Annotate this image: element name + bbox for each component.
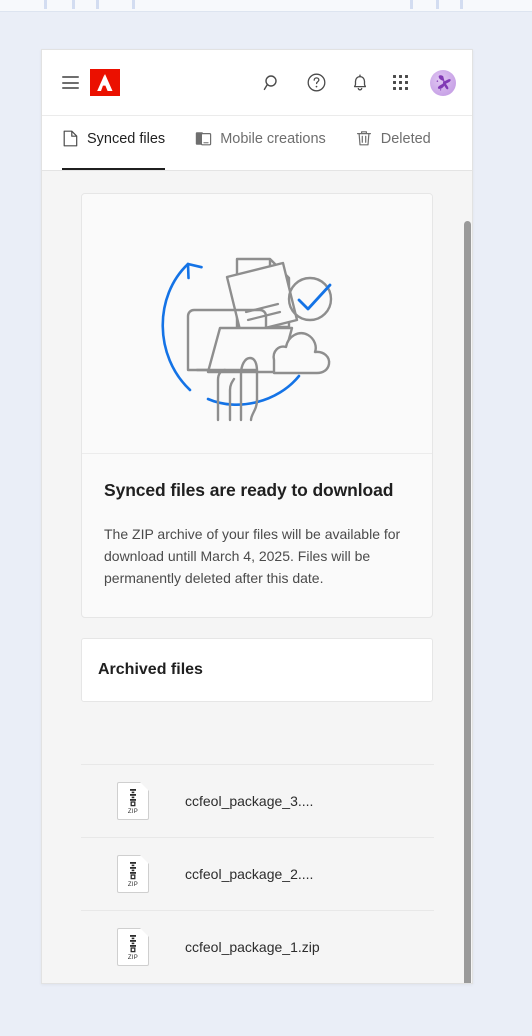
chrome-tick [132, 0, 135, 9]
table-row[interactable]: ZIP ccfeol_package_2.... [81, 838, 434, 911]
app-header [42, 50, 472, 116]
zip-file-icon: ZIP [117, 928, 149, 966]
notifications-bell-icon[interactable] [349, 72, 371, 94]
zip-icon-label: ZIP [127, 809, 139, 815]
tab-mobile-creations[interactable]: Mobile creations [195, 116, 326, 170]
file-icon-cell: ZIP [81, 782, 185, 820]
zip-file-icon: ZIP [117, 782, 149, 820]
tab-synced-files[interactable]: Synced files [62, 116, 166, 170]
tab-label: Mobile creations [220, 130, 326, 147]
chrome-tick [460, 0, 463, 9]
file-icon-cell: ZIP [81, 855, 185, 893]
app-switcher-grid-icon[interactable] [393, 75, 408, 90]
archived-file-list: ZIP ccfeol_package_3.... ZIP ccfeol_pack… [81, 764, 434, 983]
file-name: ccfeol_package_3.... [185, 793, 314, 809]
adobe-logo[interactable] [90, 69, 120, 96]
chrome-tick [436, 0, 439, 9]
zip-teeth-glyph [130, 935, 136, 953]
app-window: Synced files Mobile creations Deleted Sy… [41, 49, 473, 984]
help-icon[interactable] [305, 72, 327, 94]
vertical-scrollbar[interactable] [460, 171, 472, 983]
archived-files-title: Archived files [98, 661, 203, 678]
chrome-tick [44, 0, 47, 9]
hero-text-block: Synced files are ready to download The Z… [82, 454, 432, 617]
trash-icon [356, 130, 373, 147]
mobile-device-icon [195, 130, 212, 147]
browser-chrome-strip [0, 0, 532, 12]
tab-bar: Synced files Mobile creations Deleted [42, 116, 472, 171]
tab-deleted[interactable]: Deleted [356, 116, 431, 170]
tab-label: Synced files [87, 130, 166, 147]
scrollbar-thumb[interactable] [464, 221, 471, 983]
table-row[interactable]: ZIP ccfeol_package_1.zip [81, 911, 434, 983]
header-right-group [261, 69, 456, 96]
zip-teeth-glyph [130, 789, 136, 807]
synced-files-download-illustration [82, 194, 432, 454]
zip-icon-label: ZIP [127, 882, 139, 888]
tab-label: Deleted [380, 130, 431, 147]
file-icon-cell: ZIP [81, 928, 185, 966]
file-name: ccfeol_package_2.... [185, 866, 314, 882]
chrome-tick [96, 0, 99, 9]
user-avatar[interactable] [430, 69, 456, 96]
document-icon [62, 130, 79, 147]
zip-file-icon: ZIP [117, 855, 149, 893]
zip-icon-label: ZIP [127, 955, 139, 961]
chrome-tick [410, 0, 413, 9]
synced-files-hero-card: Synced files are ready to download The Z… [81, 193, 433, 618]
app-body: Synced files are ready to download The Z… [42, 171, 472, 983]
archived-files-card: Archived files [81, 638, 433, 702]
file-name: ccfeol_package_1.zip [185, 939, 320, 955]
zip-teeth-glyph [130, 862, 136, 880]
search-icon[interactable] [261, 72, 283, 94]
header-left-group [62, 69, 120, 96]
page-title: Synced files are ready to download [104, 480, 394, 500]
hamburger-menu-icon[interactable] [62, 76, 79, 89]
chrome-tick [72, 0, 75, 9]
table-row[interactable]: ZIP ccfeol_package_3.... [81, 765, 434, 838]
hero-description: The ZIP archive of your files will be av… [104, 526, 401, 586]
scroll-content: Synced files are ready to download The Z… [42, 171, 472, 983]
